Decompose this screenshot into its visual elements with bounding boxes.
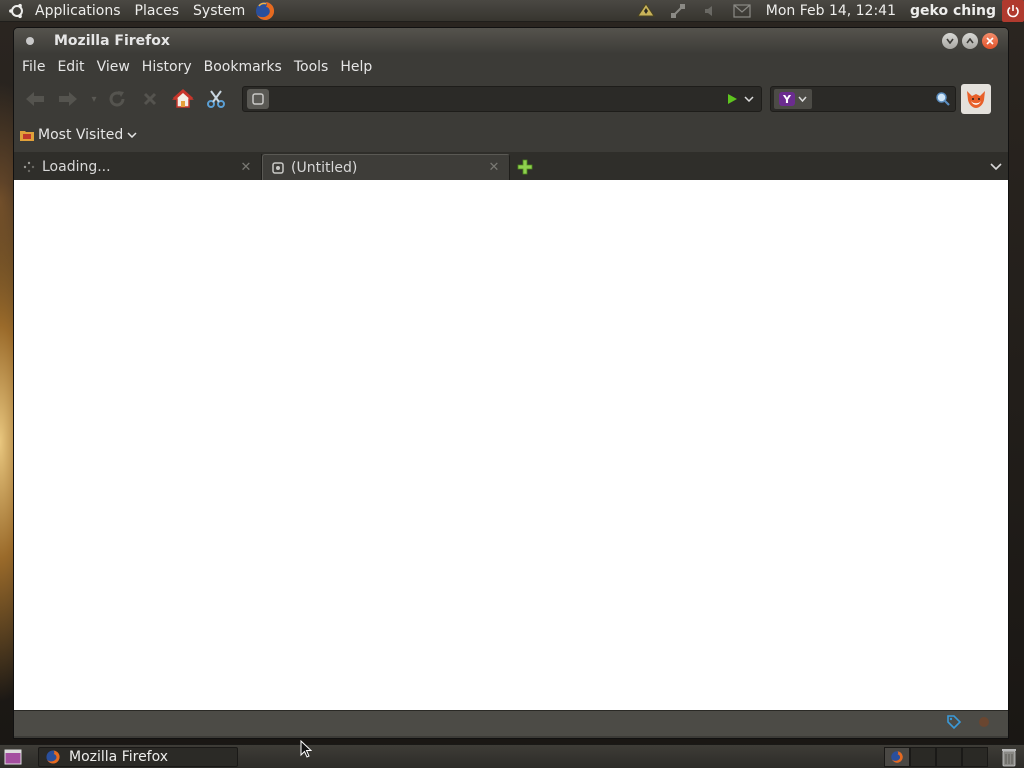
menu-edit[interactable]: Edit (51, 59, 90, 75)
maximize-icon[interactable] (962, 33, 978, 49)
site-identity-icon[interactable] (247, 89, 269, 109)
window-controls (942, 33, 1008, 49)
new-tab-icon[interactable] (510, 154, 540, 180)
url-input[interactable] (269, 88, 723, 110)
taskbar-label: Mozilla Firefox (69, 748, 169, 765)
workspace-4[interactable] (962, 746, 988, 767)
search-bar: Y (770, 86, 956, 112)
network-icon[interactable] (668, 2, 688, 20)
firefox-launcher-icon[interactable] (254, 0, 276, 22)
forward-button[interactable] (53, 84, 83, 114)
window-menu-icon[interactable] (26, 37, 34, 45)
go-icon[interactable] (723, 93, 741, 105)
tab-untitled[interactable]: (Untitled) ✕ (262, 154, 510, 180)
url-bar (242, 86, 762, 112)
search-engine-button[interactable]: Y (774, 89, 812, 109)
bottom-panel: Mozilla Firefox (0, 744, 1024, 768)
bookmark-folder-icon (20, 131, 34, 141)
applications-menu[interactable]: Applications (28, 0, 128, 22)
menu-file[interactable]: File (16, 59, 51, 75)
loading-throbber-icon (22, 160, 36, 174)
bookmarks-toolbar: Most Visited (14, 118, 1008, 152)
chevron-down-icon (127, 132, 137, 138)
trash-icon[interactable] (998, 746, 1020, 768)
tab-close-icon[interactable]: ✕ (487, 160, 501, 175)
workspace-switcher (884, 746, 988, 767)
update-notifier-icon[interactable] (636, 2, 656, 20)
status-bar (14, 710, 1008, 736)
menu-help[interactable]: Help (334, 59, 378, 75)
close-icon[interactable] (982, 33, 998, 49)
menubar: File Edit View History Bookmarks Tools H… (14, 54, 1008, 80)
page-content[interactable] (14, 180, 1008, 710)
screenshot-tool-icon[interactable] (201, 84, 231, 114)
tab-label: Loading... (42, 159, 111, 175)
menu-bookmarks[interactable]: Bookmarks (198, 59, 288, 75)
tab-loading[interactable]: Loading... ✕ (14, 154, 262, 180)
mail-icon[interactable] (732, 2, 752, 20)
menu-history[interactable]: History (136, 59, 198, 75)
clock[interactable]: Mon Feb 14, 12:41 (758, 3, 904, 19)
taskbar-firefox-button[interactable]: Mozilla Firefox (38, 746, 238, 767)
workspace-3[interactable] (936, 746, 962, 767)
page-icon (271, 161, 285, 175)
most-visited-label: Most Visited (38, 127, 124, 143)
show-desktop-icon[interactable] (2, 746, 24, 768)
search-icon[interactable] (934, 91, 952, 107)
most-visited-folder[interactable]: Most Visited (20, 127, 137, 143)
places-menu[interactable]: Places (128, 0, 187, 22)
status-addon-icon[interactable] (976, 714, 992, 734)
workspace-1[interactable] (884, 746, 910, 767)
navigation-toolbar: ▾ Y (14, 80, 1008, 118)
tab-label: (Untitled) (291, 159, 358, 176)
ubuntu-logo-icon[interactable] (8, 2, 26, 20)
search-input[interactable] (812, 88, 934, 110)
power-icon[interactable] (1002, 0, 1024, 22)
titlebar[interactable]: Mozilla Firefox (14, 28, 1008, 54)
top-panel: Applications Places System Mon Feb 14, 1… (0, 0, 1024, 22)
menu-tools[interactable]: Tools (288, 59, 335, 75)
workspace-2[interactable] (910, 746, 936, 767)
tab-bar: Loading... ✕ (Untitled) ✕ (14, 152, 1008, 180)
stop-button[interactable] (135, 84, 165, 114)
firefox-icon (46, 749, 60, 764)
window-title: Mozilla Firefox (54, 33, 170, 49)
reload-button[interactable] (102, 84, 132, 114)
minimize-icon[interactable] (942, 33, 958, 49)
fox-addon-icon[interactable] (961, 84, 991, 114)
svg-text:Y: Y (782, 93, 792, 106)
system-menu[interactable]: System (186, 0, 252, 22)
history-dropmarker-icon[interactable]: ▾ (86, 84, 102, 114)
url-dropdown-icon[interactable] (741, 96, 757, 102)
back-button[interactable] (20, 84, 50, 114)
home-button[interactable] (168, 84, 198, 114)
volume-icon[interactable] (700, 2, 720, 20)
mouse-cursor-icon (300, 740, 312, 758)
menu-view[interactable]: View (91, 59, 136, 75)
user-menu[interactable]: geko ching (904, 3, 1002, 19)
tab-list-chevron-icon[interactable] (990, 161, 1002, 174)
tab-close-icon[interactable]: ✕ (239, 160, 253, 175)
tag-addon-icon[interactable] (946, 714, 962, 734)
firefox-window: Mozilla Firefox File Edit View History B… (13, 27, 1009, 739)
